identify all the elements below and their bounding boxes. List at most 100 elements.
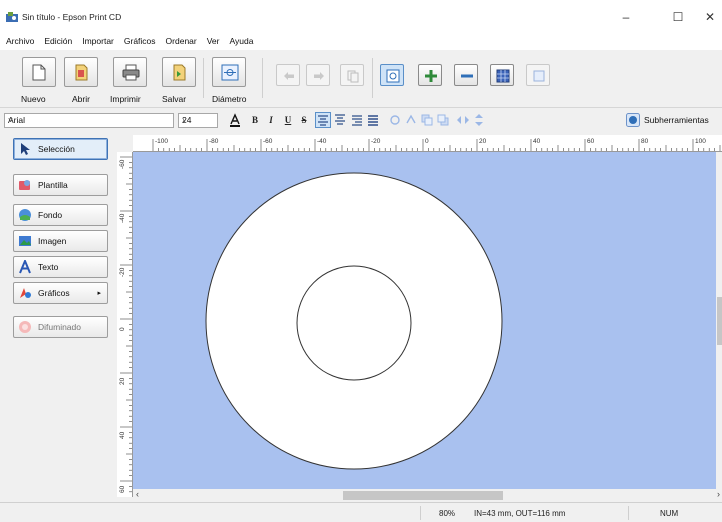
grid-button[interactable] xyxy=(490,64,514,86)
selection-tool-button[interactable]: Selección xyxy=(13,138,108,160)
status-divider xyxy=(628,506,629,520)
save-button[interactable] xyxy=(162,57,196,87)
maximize-button[interactable]: ☐ xyxy=(666,10,690,24)
preview-icon xyxy=(533,70,545,82)
copy-icon xyxy=(347,70,359,83)
rotate-left-icon[interactable] xyxy=(388,113,402,127)
menu-ordenar[interactable]: Ordenar xyxy=(166,36,197,46)
template-label: Plantilla xyxy=(38,180,68,190)
disc-layout xyxy=(205,172,503,470)
text-icon xyxy=(19,260,31,274)
strikethrough-button[interactable]: S xyxy=(297,113,311,127)
text-color-icon[interactable] xyxy=(228,113,242,127)
flip-horizontal-icon[interactable] xyxy=(456,113,470,127)
bold-button[interactable]: B xyxy=(248,113,262,127)
rotate-right-icon[interactable] xyxy=(404,113,418,127)
undo-button[interactable] xyxy=(276,64,300,86)
printer-icon xyxy=(122,64,140,81)
image-tool-button[interactable]: Imagen xyxy=(13,230,108,252)
save-icon xyxy=(173,64,186,81)
vertical-scrollbar[interactable] xyxy=(716,152,722,489)
format-bar: Arial ˅ 24 ˅ B I U S Subherramientas xyxy=(0,108,722,132)
align-bottom-icon[interactable] xyxy=(350,113,364,127)
horizontal-ruler: -100 -80 -60 -40 -20 0 20 40 60 80 100 xyxy=(133,135,722,152)
scroll-right-arrow[interactable]: › xyxy=(717,489,720,499)
text-tool-button[interactable]: Texto xyxy=(13,256,108,278)
horizontal-scroll-thumb[interactable] xyxy=(343,491,503,500)
align-top-icon[interactable] xyxy=(315,112,331,128)
fit-view-button[interactable] xyxy=(380,64,404,86)
background-icon xyxy=(19,209,31,221)
chevron-down-icon: ˅ xyxy=(182,115,187,125)
open-label: Abrir xyxy=(72,94,90,104)
scroll-left-arrow[interactable]: ‹ xyxy=(136,489,139,499)
open-button[interactable] xyxy=(64,57,98,87)
ruler-label: -60 xyxy=(263,138,273,145)
font-select[interactable]: Arial ˅ xyxy=(4,113,174,128)
font-size-select[interactable]: 24 ˅ xyxy=(178,113,218,128)
menu-importar[interactable]: Importar xyxy=(82,36,114,46)
justify-icon[interactable] xyxy=(366,113,380,127)
underline-button[interactable]: U xyxy=(281,113,295,127)
menu-graficos[interactable]: Gráficos xyxy=(124,36,156,46)
vertical-ruler: -60 -40 -20 0 20 40 60 xyxy=(117,152,133,497)
minimize-button[interactable]: – xyxy=(614,10,638,24)
zoom-out-button[interactable] xyxy=(454,64,478,86)
tool-panel: Selección Plantilla Fondo Imagen Texto G… xyxy=(0,132,118,506)
ruler-label: 100 xyxy=(695,138,706,145)
send-backward-icon[interactable] xyxy=(436,113,450,127)
template-tool-button[interactable]: Plantilla xyxy=(13,174,108,196)
print-button[interactable] xyxy=(113,57,147,87)
ruler-label: 60 xyxy=(587,138,595,145)
window-title: Sin título - Epson Print CD xyxy=(22,12,122,22)
zoom-in-button[interactable] xyxy=(418,64,442,86)
new-document-icon xyxy=(32,64,46,81)
ruler-label: 20 xyxy=(119,377,126,385)
disc-inner-edge[interactable] xyxy=(296,265,412,381)
menu-archivo[interactable]: Archivo xyxy=(6,36,34,46)
graphics-icon xyxy=(20,288,31,298)
chevron-down-icon: ˅ xyxy=(8,115,13,125)
flip-vertical-icon[interactable] xyxy=(472,113,486,127)
vertical-scroll-thumb[interactable] xyxy=(717,297,722,345)
graphics-tool-button[interactable]: Gráficos ▸ xyxy=(13,282,108,304)
diameter-icon xyxy=(221,64,239,81)
italic-button[interactable]: I xyxy=(264,113,278,127)
ruler-label: -40 xyxy=(119,213,126,223)
ruler-label: -20 xyxy=(119,267,126,277)
menu-bar: Archivo Edición Importar Gráficos Ordena… xyxy=(0,32,722,50)
ruler-label: -60 xyxy=(119,159,126,169)
fit-view-icon xyxy=(386,69,400,83)
subtools-label: Subherramientas xyxy=(644,115,709,125)
ruler-label: -20 xyxy=(371,138,381,145)
vertical-ruler-ticks: -60 -40 -20 0 20 40 60 xyxy=(119,156,132,493)
copy-button[interactable] xyxy=(340,64,364,86)
ruler-label: 0 xyxy=(425,138,429,145)
diameter-status: IN=43 mm, OUT=116 mm xyxy=(474,509,566,518)
preview-button[interactable] xyxy=(526,64,550,86)
menu-ayuda[interactable]: Ayuda xyxy=(230,36,254,46)
zoom-in-icon xyxy=(425,70,437,82)
background-tool-button[interactable]: Fondo xyxy=(13,204,108,226)
new-label: Nuevo xyxy=(21,94,46,104)
selection-label: Selección xyxy=(38,144,75,154)
align-center-icon[interactable] xyxy=(333,113,347,127)
bring-forward-icon[interactable] xyxy=(420,113,434,127)
blur-tool-button[interactable]: Difuminado xyxy=(13,316,108,338)
close-button[interactable]: ✕ xyxy=(698,10,722,24)
menu-edicion[interactable]: Edición xyxy=(44,36,72,46)
horizontal-scrollbar[interactable]: ‹ › xyxy=(133,489,720,501)
new-button[interactable] xyxy=(22,57,56,87)
menu-ver[interactable]: Ver xyxy=(207,36,220,46)
subtools-button[interactable]: Subherramientas xyxy=(626,112,709,128)
redo-icon xyxy=(314,72,324,80)
diameter-button[interactable] xyxy=(212,57,246,87)
redo-button[interactable] xyxy=(306,64,330,86)
status-divider xyxy=(420,506,421,520)
status-bar: 80% IN=43 mm, OUT=116 mm NUM xyxy=(0,502,722,522)
print-label: Imprimir xyxy=(110,94,141,104)
design-canvas[interactable] xyxy=(133,152,716,489)
zoom-status: 80% xyxy=(439,509,456,518)
ruler-label: -100 xyxy=(155,138,168,145)
ruler-label: 0 xyxy=(119,327,126,331)
